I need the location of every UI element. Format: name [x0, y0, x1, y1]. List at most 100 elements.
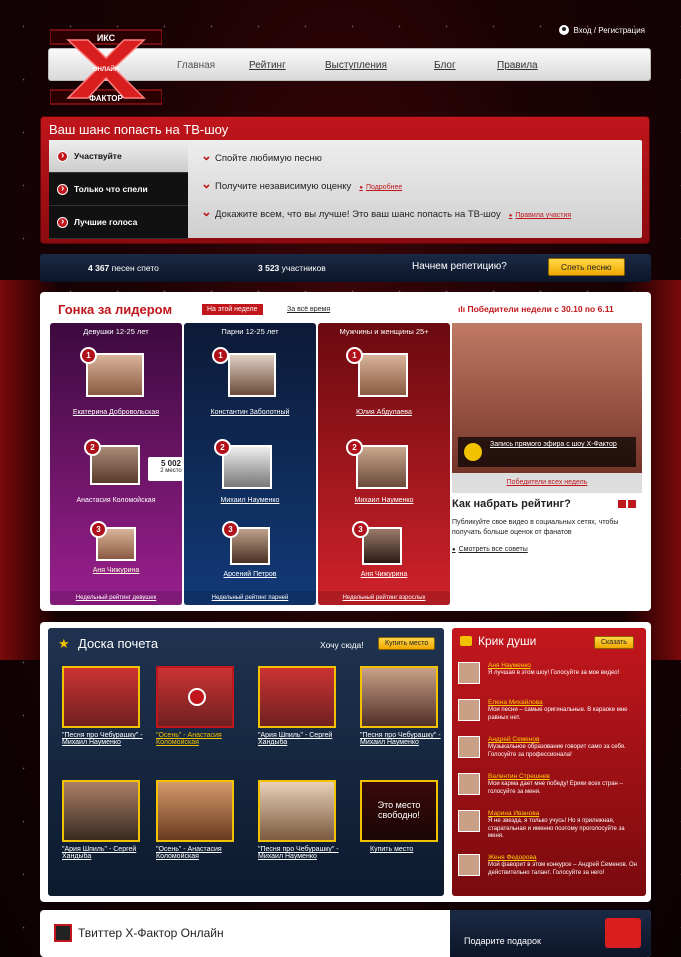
contestant-name[interactable]: Анастасия Коломойская: [50, 497, 182, 504]
shout-button[interactable]: Сказать: [594, 636, 634, 649]
contestant-name[interactable]: Аня Чижурина: [318, 571, 450, 578]
all-tips-link[interactable]: Смотреть все советы: [452, 546, 632, 553]
play-icon[interactable]: [188, 688, 206, 706]
rank-badge: 1: [80, 347, 97, 364]
column-footer-link[interactable]: Недельный рейтинг взрослых: [318, 591, 450, 605]
shout-post: Марина Иванова Я не звезда, я только учус…: [458, 810, 642, 842]
column-footer-link[interactable]: Недельный рейтинг парней: [184, 591, 316, 605]
contestant-name[interactable]: Михаил Науменко: [184, 497, 316, 504]
promo-steps: Спойте любимую песню Получите независиму…: [201, 148, 571, 237]
shout-post: Андрей Семенов Музыкальное образование го…: [458, 736, 642, 768]
more-link[interactable]: Подробнее: [359, 184, 402, 191]
video-caption[interactable]: "Песня про Чебурашку" - Михаил Науменко: [360, 732, 442, 746]
star-icon: ★: [58, 636, 70, 651]
rank-badge: 3: [90, 521, 107, 538]
promo-menu-participate[interactable]: Участвуйте: [49, 140, 188, 173]
contestant-photo[interactable]: [358, 353, 408, 397]
next-arrow-icon[interactable]: [628, 500, 636, 508]
buy-place-button[interactable]: Купить место: [378, 637, 436, 650]
video-thumb[interactable]: [258, 780, 336, 842]
shout-post: Валентин Стрешнев Мои карма дает мне побе…: [458, 773, 642, 805]
promo-step-3: Докажите всем, что вы лучше! Это ваш шан…: [201, 204, 571, 220]
board-title: Доска почета: [78, 636, 159, 651]
video-thumb[interactable]: [156, 780, 234, 842]
arrow-icon: [57, 216, 68, 228]
nav-rules[interactable]: Правила: [497, 60, 538, 71]
video-caption[interactable]: Запись прямого эфира с шоу Х-Фактор: [458, 437, 636, 467]
arrow-icon: [57, 150, 68, 162]
avatar[interactable]: [458, 662, 480, 684]
twitter-title: Твиттер Х-Фактор Онлайн: [78, 926, 224, 940]
video-thumb[interactable]: [62, 666, 140, 728]
contestant-photo[interactable]: [228, 353, 276, 397]
video-thumb[interactable]: [258, 666, 336, 728]
column-footer-link[interactable]: Недельный рейтинг девушек: [50, 591, 182, 605]
tab-this-week[interactable]: На этой неделе: [202, 304, 263, 315]
contestant-name[interactable]: Юлия Абдулаева: [318, 409, 450, 416]
gift-box-icon: [605, 918, 641, 948]
avatar[interactable]: [458, 773, 480, 795]
rank-badge: 2: [346, 439, 363, 456]
nav-rating[interactable]: Рейтинг: [249, 60, 286, 71]
video-thumb[interactable]: [360, 666, 438, 728]
user-icon: [559, 25, 570, 35]
sing-button[interactable]: Спеть песню: [548, 258, 625, 276]
login-link[interactable]: Вход / Регистрация: [559, 25, 645, 35]
want-here-label: Хочу сюда!: [320, 640, 364, 650]
contestant-name[interactable]: Арсений Петров: [184, 571, 316, 578]
video-thumb[interactable]: [156, 666, 234, 728]
shout-post: Елена Михайлова Мои песни – самые оригина…: [458, 699, 642, 731]
contestant-name[interactable]: Аня Чижурина: [50, 567, 182, 574]
twitter-logo-icon: [54, 924, 72, 942]
rank-badge: 2: [214, 439, 231, 456]
rating-title: Как набрать рейтинг?: [452, 498, 571, 510]
tab-all-time[interactable]: За всё время: [282, 304, 335, 315]
songs-stat: 4 367 песен спето: [88, 263, 159, 273]
shout-title: Крик души: [478, 634, 537, 648]
prev-arrow-icon[interactable]: [618, 500, 626, 508]
contestant-name[interactable]: Михаил Науменко: [318, 497, 450, 504]
rank-badge: 3: [222, 521, 239, 538]
winner-video[interactable]: Запись прямого эфира с шоу Х-Фактор Побе…: [452, 323, 642, 493]
x-factor-logo[interactable]: ИКС ОНЛАЙН ФАКТОР: [50, 20, 162, 105]
video-caption[interactable]: "Осень" - Анастасия Коломойская: [156, 846, 238, 860]
contestant-photo[interactable]: [356, 445, 408, 489]
gift-banner[interactable]: Подарите подарок: [450, 910, 651, 957]
video-caption[interactable]: "Песня про Чебурашку" - Михаил Науменко: [258, 846, 340, 860]
arrow-icon: [57, 183, 68, 195]
free-slot-link[interactable]: Купить место: [370, 846, 452, 853]
play-icon[interactable]: [464, 443, 482, 461]
video-caption[interactable]: "Песня про Чебурашку" - Михаил Науменко: [62, 732, 144, 746]
avatar[interactable]: [458, 810, 480, 832]
all-winners-link[interactable]: Победители всех недель: [452, 473, 642, 493]
promo-step-1: Спойте любимую песню: [201, 148, 571, 164]
rating-text: Публикуйте свое видео в социальных сетях…: [452, 519, 619, 536]
logo-text-mid: ОНЛАЙН: [93, 65, 119, 73]
avatar[interactable]: [458, 699, 480, 721]
column-girls: Девушки 12-25 лет 1 Екатерина Добровольс…: [50, 323, 194, 605]
rank-badge: 3: [352, 521, 369, 538]
contestant-name[interactable]: Константин Заболотный: [184, 409, 316, 416]
free-slot[interactable]: Это место свободно!: [360, 780, 438, 842]
rank-badge: 1: [212, 347, 229, 364]
nav-home[interactable]: Главная: [177, 60, 215, 71]
avatar[interactable]: [458, 854, 480, 876]
video-caption[interactable]: "Ария Шпиль" - Сергей Хандыба: [258, 732, 340, 746]
contestant-name[interactable]: Екатерина Добровольская: [50, 409, 182, 416]
nav-blog[interactable]: Блог: [434, 60, 456, 71]
gift-text: Подарите подарок: [464, 936, 541, 946]
promo-menu-just-sang[interactable]: Только что спели: [49, 173, 188, 206]
avatar[interactable]: [458, 736, 480, 758]
rank-badge: 2: [84, 439, 101, 456]
rules-link[interactable]: Правила участия: [509, 212, 571, 219]
promo-menu-best-voices[interactable]: Лучшие голоса: [49, 206, 188, 239]
column-header: Девушки 12-25 лет: [83, 327, 149, 336]
nav-performances[interactable]: Выступления: [325, 60, 387, 71]
logo-text-top: ИКС: [97, 33, 116, 43]
promo-step-2: Получите независимую оценкуПодробнее: [201, 176, 571, 192]
rating-tips: Как набрать рейтинг? Публикуйте свое вид…: [452, 498, 636, 553]
users-stat: 3 523 участников: [258, 263, 326, 273]
video-caption[interactable]: "Ария Шпиль" - Сергей Хандыба: [62, 846, 144, 860]
video-thumb[interactable]: [62, 780, 140, 842]
video-caption[interactable]: "Осень" - Анастасия Коломойская: [156, 732, 238, 746]
